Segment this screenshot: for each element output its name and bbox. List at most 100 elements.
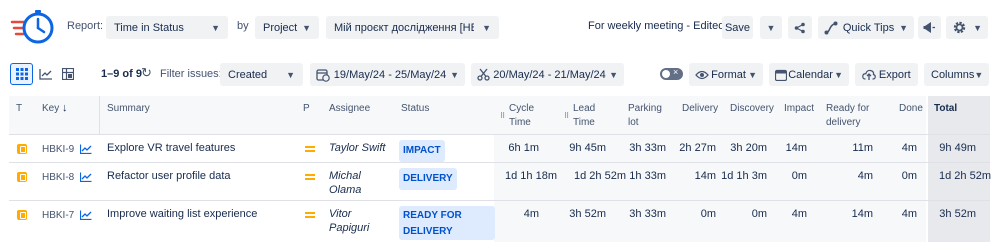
impact-value: 0m (791, 170, 807, 182)
settings-button[interactable]: ▼ (946, 16, 988, 39)
drag-handle-icon[interactable]: ⠿ (500, 110, 505, 123)
drag-handle-icon[interactable]: ⠿ (564, 110, 569, 123)
done-value: 4m (901, 208, 917, 220)
status-badge: READY FOR DELIVERY (399, 206, 495, 240)
table-row[interactable]: HBKI-9 Explore VR travel features Taylor… (9, 134, 990, 162)
status-date-range-value: 20/May/24 - 21/May/24 (493, 68, 606, 81)
header-priority[interactable]: P (303, 102, 310, 115)
sort-down-arrow-icon: ↓ (62, 102, 68, 114)
save-button-label: Save (724, 21, 751, 34)
columns-button[interactable]: Columns ▼ (924, 63, 989, 86)
created-date-range-picker[interactable]: 19/May/24 - 25/May/24 ▼ (310, 63, 465, 86)
cycle-time-value: 1d 1h 18m (505, 170, 557, 182)
table-row[interactable]: HBKI-7 Improve waiting list experience V… (9, 200, 990, 242)
parking-lot-value: 3h 33m (629, 142, 666, 154)
header-delivery[interactable]: Delivery (682, 102, 718, 115)
header-impact[interactable]: Impact (784, 102, 814, 115)
trend-chart-icon[interactable] (80, 144, 92, 154)
save-button[interactable]: Save (722, 16, 753, 39)
cycle-time-value: 6h 1m (508, 142, 539, 154)
header-total[interactable]: Total (934, 102, 957, 115)
filter-field-select[interactable]: Created ▼ (220, 63, 303, 86)
save-options-button[interactable]: ▼ (760, 16, 782, 39)
share-icon (794, 22, 805, 33)
header-key[interactable]: Key ↓ (42, 102, 68, 115)
report-type-select[interactable]: Time in Status ▼ (106, 16, 228, 39)
pagination-count: 1–9 of 9 (101, 68, 142, 80)
filter-issues-label: Filter issues: (160, 68, 222, 80)
lead-time-value: 9h 45m (569, 142, 606, 154)
route-icon (824, 21, 838, 34)
delivery-value: 0m (700, 208, 716, 220)
header-type: T (16, 103, 23, 114)
header-done[interactable]: Done (899, 102, 923, 115)
chart-view-button[interactable] (36, 63, 56, 85)
format-button[interactable]: Format ▼ (689, 63, 763, 86)
issue-summary[interactable]: Refactor user profile data (107, 170, 231, 182)
format-label: Format (711, 68, 746, 81)
chevron-down-icon: ▼ (973, 22, 982, 33)
issue-key-link[interactable]: HBKI-9 (42, 144, 74, 155)
impact-value: 14m (785, 142, 807, 154)
header-summary[interactable]: Summary (107, 102, 150, 115)
key-column-separator (99, 96, 100, 134)
total-value: 1d 2h 52m (939, 170, 991, 182)
quick-tips-label: Quick Tips (842, 21, 895, 34)
report-type-value: Time in Status (114, 21, 184, 34)
project-select[interactable]: Мій проєкт дослідження [НВ... ▼ (326, 16, 499, 39)
trend-chart-icon[interactable] (80, 172, 92, 182)
lead-time-value: 3h 52m (569, 208, 606, 220)
header-assignee[interactable]: Assignee (329, 102, 370, 115)
chevron-down-icon: ▼ (609, 69, 618, 80)
done-value: 4m (901, 142, 917, 154)
header-discovery[interactable]: Discovery (730, 102, 774, 115)
lead-time-value: 1d 2h 52m (574, 170, 626, 182)
assignee-name-line-2: Olama (329, 184, 362, 196)
discovery-value: 1d 1h 3m (721, 170, 767, 182)
by-label: by (237, 20, 249, 32)
chevron-down-icon: ▼ (302, 22, 311, 33)
discovery-value: 0m (751, 208, 767, 220)
header-status[interactable]: Status (401, 102, 429, 115)
app-logo (10, 8, 56, 48)
issue-summary[interactable]: Improve waiting list experience (107, 208, 257, 220)
announcements-button[interactable] (918, 16, 941, 39)
export-button[interactable]: Export (855, 63, 918, 86)
impact-value: 4m (791, 208, 807, 220)
total-value: 3h 52m (939, 208, 976, 220)
gear-icon (953, 21, 966, 34)
eye-icon (695, 70, 709, 79)
chevron-down-icon: ▼ (748, 69, 757, 80)
share-button[interactable] (788, 16, 812, 39)
issue-summary[interactable]: Explore VR travel features (107, 142, 235, 154)
assignee-name: Taylor Swift (329, 142, 386, 154)
filter-field-value: Created (228, 68, 268, 81)
quick-tips-button[interactable]: Quick Tips ▼ (818, 16, 914, 39)
status-date-range-picker[interactable]: 20/May/24 - 21/May/24 ▼ (471, 63, 624, 86)
pivot-view-button[interactable] (59, 63, 77, 85)
chevron-down-icon: ▼ (450, 69, 459, 80)
calendar-icon (775, 69, 787, 81)
group-by-value: Project (263, 21, 298, 34)
trend-chart-icon[interactable] (80, 210, 92, 220)
chevron-down-icon: ▼ (899, 22, 908, 33)
ready-for-delivery-value: 11m (852, 142, 873, 154)
status-badge: DELIVERY (399, 168, 457, 190)
toggle-switch[interactable]: × (660, 67, 683, 80)
grid-view-button[interactable] (10, 63, 33, 85)
refresh-icon[interactable]: ↻ (141, 65, 152, 81)
ready-for-delivery-value: 4m (857, 170, 873, 182)
parking-lot-value: 3h 33m (629, 208, 666, 220)
issue-key-link[interactable]: HBKI-8 (42, 172, 74, 183)
chevron-down-icon: ▼ (286, 69, 295, 80)
story-icon (17, 172, 27, 182)
cloud-upload-icon (862, 69, 877, 80)
grid-icon (15, 68, 28, 80)
assignee-name: Michal (329, 170, 361, 182)
issue-key-link[interactable]: HBKI-7 (42, 210, 74, 221)
table-row[interactable]: HBKI-8 Refactor user profile data Michal… (9, 162, 991, 200)
calendar-button[interactable]: Calendar ▼ (769, 63, 849, 86)
group-by-select[interactable]: Project ▼ (255, 16, 319, 39)
parking-lot-value: 1h 33m (629, 170, 666, 182)
calendar-clock-icon (316, 68, 330, 82)
